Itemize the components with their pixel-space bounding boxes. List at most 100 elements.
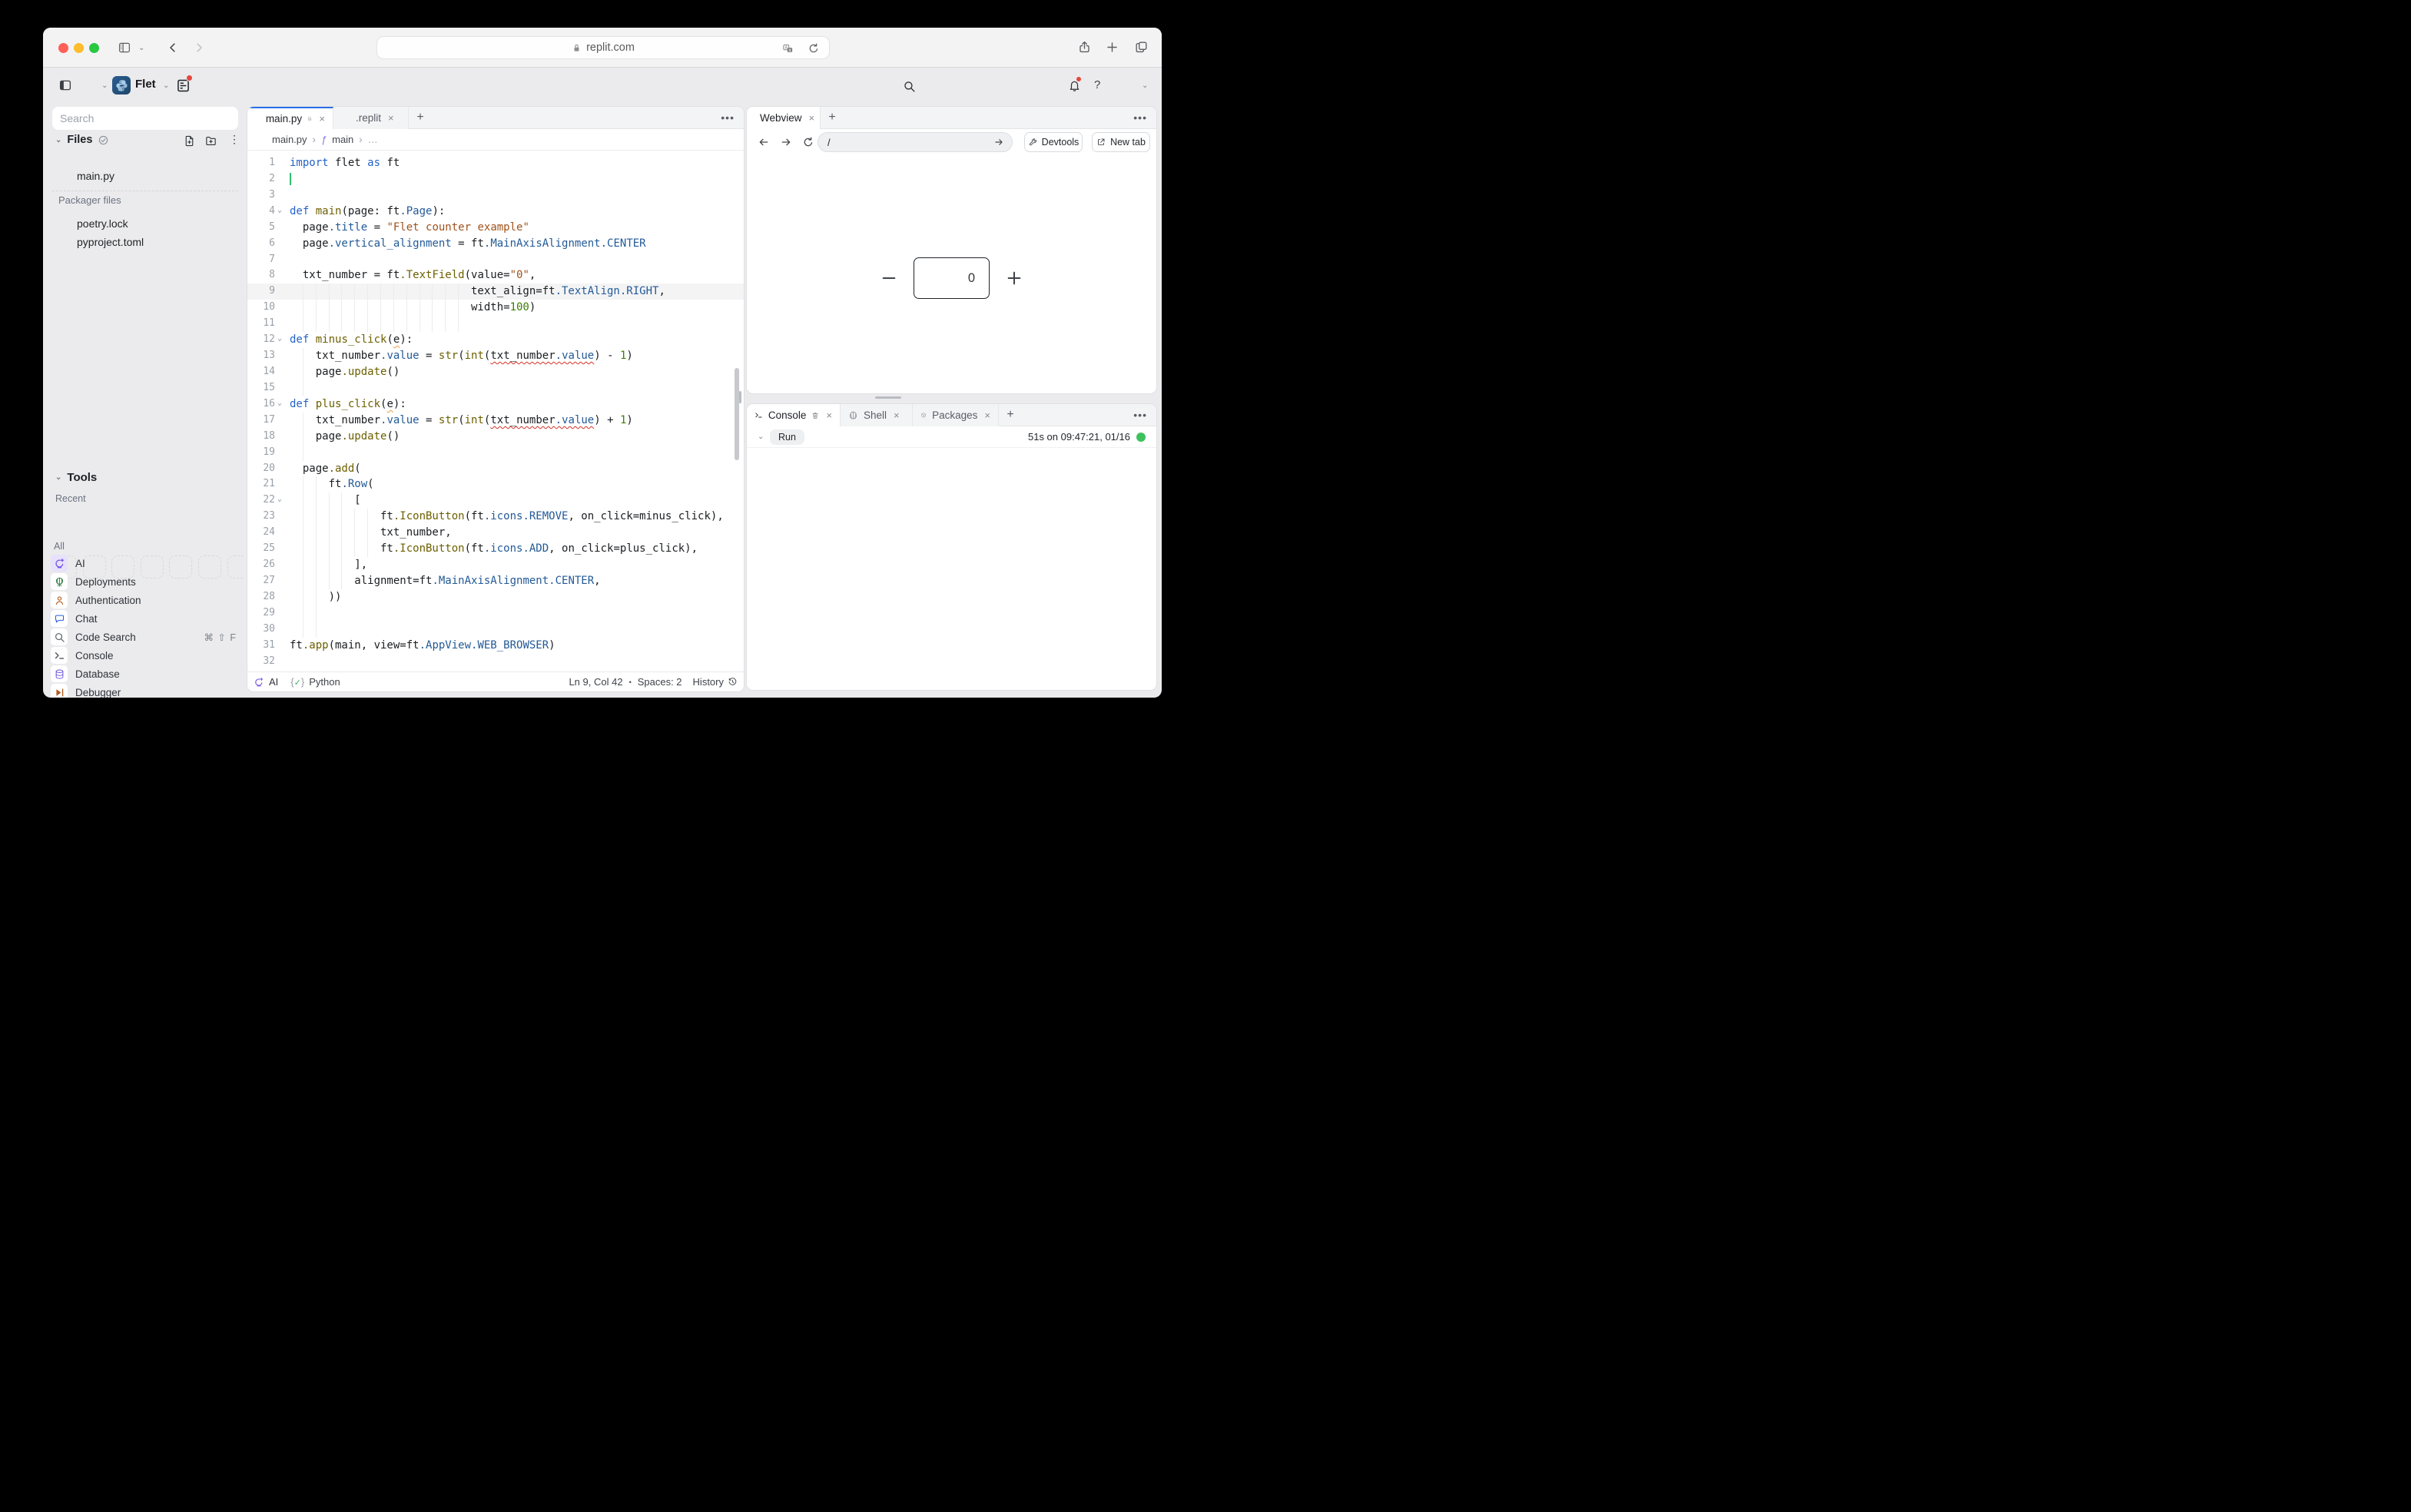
close-icon[interactable]: ×	[894, 410, 900, 421]
sidebar-item-console[interactable]: Console	[46, 646, 244, 665]
webview-url-input[interactable]	[827, 137, 993, 148]
sidebar-item-chat[interactable]: Chat	[46, 609, 244, 628]
share-icon[interactable]	[1077, 40, 1092, 55]
history-button[interactable]: History	[693, 676, 724, 688]
webview-options-icon[interactable]: •••	[1133, 111, 1147, 124]
chevron-down-icon[interactable]: ⌄	[163, 81, 169, 90]
code-line-6[interactable]: 6 page.vertical_alignment = ft.MainAxisA…	[247, 236, 744, 252]
code-line-11[interactable]: 11	[247, 316, 744, 332]
new-folder-icon[interactable]	[204, 134, 217, 148]
close-button[interactable]	[58, 43, 68, 53]
fold-toggle-icon[interactable]: ⌄	[277, 331, 282, 347]
code-line-7[interactable]: 7	[247, 252, 744, 268]
webview-url-bar[interactable]	[817, 132, 1013, 152]
close-icon[interactable]: ×	[826, 410, 832, 421]
code-line-24[interactable]: 24 txt_number,	[247, 525, 744, 541]
code-line-28[interactable]: 28 ))	[247, 589, 744, 605]
sidebar-item-code-search[interactable]: Code Search⌘ ⇧ F	[46, 628, 244, 646]
fold-toggle-icon[interactable]: ⌄	[277, 203, 282, 219]
fold-toggle-icon[interactable]: ⌄	[277, 492, 282, 508]
sidebar-item-database[interactable]: Database	[46, 665, 244, 683]
minus-button[interactable]	[880, 270, 897, 287]
indent-setting[interactable]: Spaces: 2	[638, 676, 682, 688]
code-line-12[interactable]: 12⌄def minus_click(e):	[247, 332, 744, 348]
code-line-5[interactable]: 5 page.title = "Flet counter example"	[247, 220, 744, 236]
run-badge[interactable]: Run	[770, 429, 804, 445]
kebab-menu-icon[interactable]: ⋮	[229, 133, 240, 146]
minimize-button[interactable]	[74, 43, 84, 53]
code-line-9[interactable]: 9 text_align=ft.TextAlign.RIGHT,	[247, 284, 744, 300]
code-line-13[interactable]: 13 txt_number.value = str(int(txt_number…	[247, 348, 744, 364]
open-new-tab-button[interactable]: New tab	[1092, 132, 1150, 152]
replit-logo-icon[interactable]	[83, 78, 98, 93]
file-item-main-py[interactable]: main.py	[46, 167, 244, 185]
webview-reload-icon[interactable]	[802, 136, 814, 148]
sidebar-item-debugger[interactable]: Debugger	[46, 683, 244, 698]
code-line-32[interactable]: 32	[247, 654, 744, 670]
close-icon[interactable]: ×	[388, 112, 394, 124]
search-icon[interactable]	[903, 80, 916, 93]
code-editor[interactable]: 1import flet as ft234⌄def main(page: ft.…	[247, 151, 744, 671]
code-line-21[interactable]: 21 ft.Row(	[247, 476, 744, 492]
file-outline-icon[interactable]	[307, 114, 312, 124]
close-icon[interactable]: ×	[319, 113, 325, 124]
code-line-10[interactable]: 10 width=100)	[247, 300, 744, 316]
webview-back-icon[interactable]	[758, 136, 770, 148]
code-line-15[interactable]: 15	[247, 380, 744, 396]
code-line-18[interactable]: 18 page.update()	[247, 429, 744, 445]
code-line-3[interactable]: 3	[247, 187, 744, 204]
code-line-29[interactable]: 29	[247, 605, 744, 622]
code-line-23[interactable]: 23 ft.IconButton(ft.icons.REMOVE, on_cli…	[247, 509, 744, 525]
sidebar-item-authentication[interactable]: Authentication	[46, 591, 244, 609]
code-line-4[interactable]: 4⌄def main(page: ft.Page):	[247, 204, 744, 220]
project-name[interactable]: Flet	[135, 78, 156, 91]
new-webview-tab-button[interactable]: +	[821, 107, 844, 128]
code-line-14[interactable]: 14 page.update()	[247, 364, 744, 380]
help-button[interactable]: ?	[1094, 78, 1100, 91]
go-arrow-icon[interactable]	[993, 137, 1004, 148]
code-line-19[interactable]: 19	[247, 445, 744, 461]
code-line-25[interactable]: 25 ft.IconButton(ft.icons.ADD, on_click=…	[247, 541, 744, 557]
file-item-pyproject-toml[interactable]: pyproject.toml	[46, 233, 244, 251]
panel-resize-handle-vertical[interactable]	[739, 391, 741, 403]
editor-scrollbar[interactable]	[735, 368, 739, 460]
tab-dot-replit[interactable]: .replit ×	[333, 107, 409, 129]
zoom-button[interactable]	[89, 43, 99, 53]
chevron-down-icon[interactable]: ⌄	[1142, 81, 1148, 90]
code-line-2[interactable]: 2	[247, 171, 744, 187]
tab-overview-icon[interactable]	[1134, 40, 1149, 55]
code-line-27[interactable]: 27 alignment=ft.MainAxisAlignment.CENTER…	[247, 573, 744, 589]
close-icon[interactable]: ×	[984, 410, 990, 421]
code-line-8[interactable]: 8 txt_number = ft.TextField(value="0",	[247, 267, 744, 284]
code-line-17[interactable]: 17 txt_number.value = str(int(txt_number…	[247, 413, 744, 429]
chevron-down-icon[interactable]: ⌄	[101, 81, 108, 90]
devtools-button[interactable]: Devtools	[1024, 132, 1083, 152]
new-editor-tab-button[interactable]: +	[409, 107, 432, 128]
sidebar-toggle-icon[interactable]	[58, 78, 72, 92]
code-line-31[interactable]: 31ft.app(main, view=ft.AppView.WEB_BROWS…	[247, 638, 744, 654]
sidebar-item-deployments[interactable]: Deployments	[46, 572, 244, 591]
sidebar-item-ai[interactable]: AI	[46, 554, 244, 572]
files-section-header[interactable]: ⌄ Files	[55, 134, 109, 146]
new-file-icon[interactable]	[183, 134, 196, 148]
console-options-icon[interactable]: •••	[1133, 409, 1147, 421]
translate-icon[interactable]: A	[782, 43, 794, 55]
tab-webview[interactable]: Webview ×	[747, 107, 821, 129]
ai-icon[interactable]	[254, 677, 264, 688]
code-line-22[interactable]: 22⌄ [	[247, 492, 744, 509]
code-line-30[interactable]: 30	[247, 622, 744, 638]
search-input[interactable]	[52, 107, 238, 130]
tab-packages[interactable]: Packages ×	[913, 404, 999, 426]
fold-toggle-icon[interactable]: ⌄	[277, 396, 282, 412]
webview-forward-icon[interactable]	[780, 136, 792, 148]
code-line-16[interactable]: 16⌄def plus_click(e):	[247, 396, 744, 413]
code-line-26[interactable]: 26 ],	[247, 557, 744, 573]
cursor-position[interactable]: Ln 9, Col 42	[569, 676, 622, 688]
new-tab-icon[interactable]	[1105, 40, 1119, 55]
tab-options-icon[interactable]: •••	[721, 111, 735, 124]
safari-sidebar-icon[interactable]	[118, 41, 131, 55]
plus-button[interactable]	[1006, 270, 1023, 287]
new-console-tab-button[interactable]: +	[999, 404, 1022, 426]
tools-section-header[interactable]: ⌄ Tools	[55, 471, 97, 484]
close-icon[interactable]: ×	[809, 112, 815, 124]
